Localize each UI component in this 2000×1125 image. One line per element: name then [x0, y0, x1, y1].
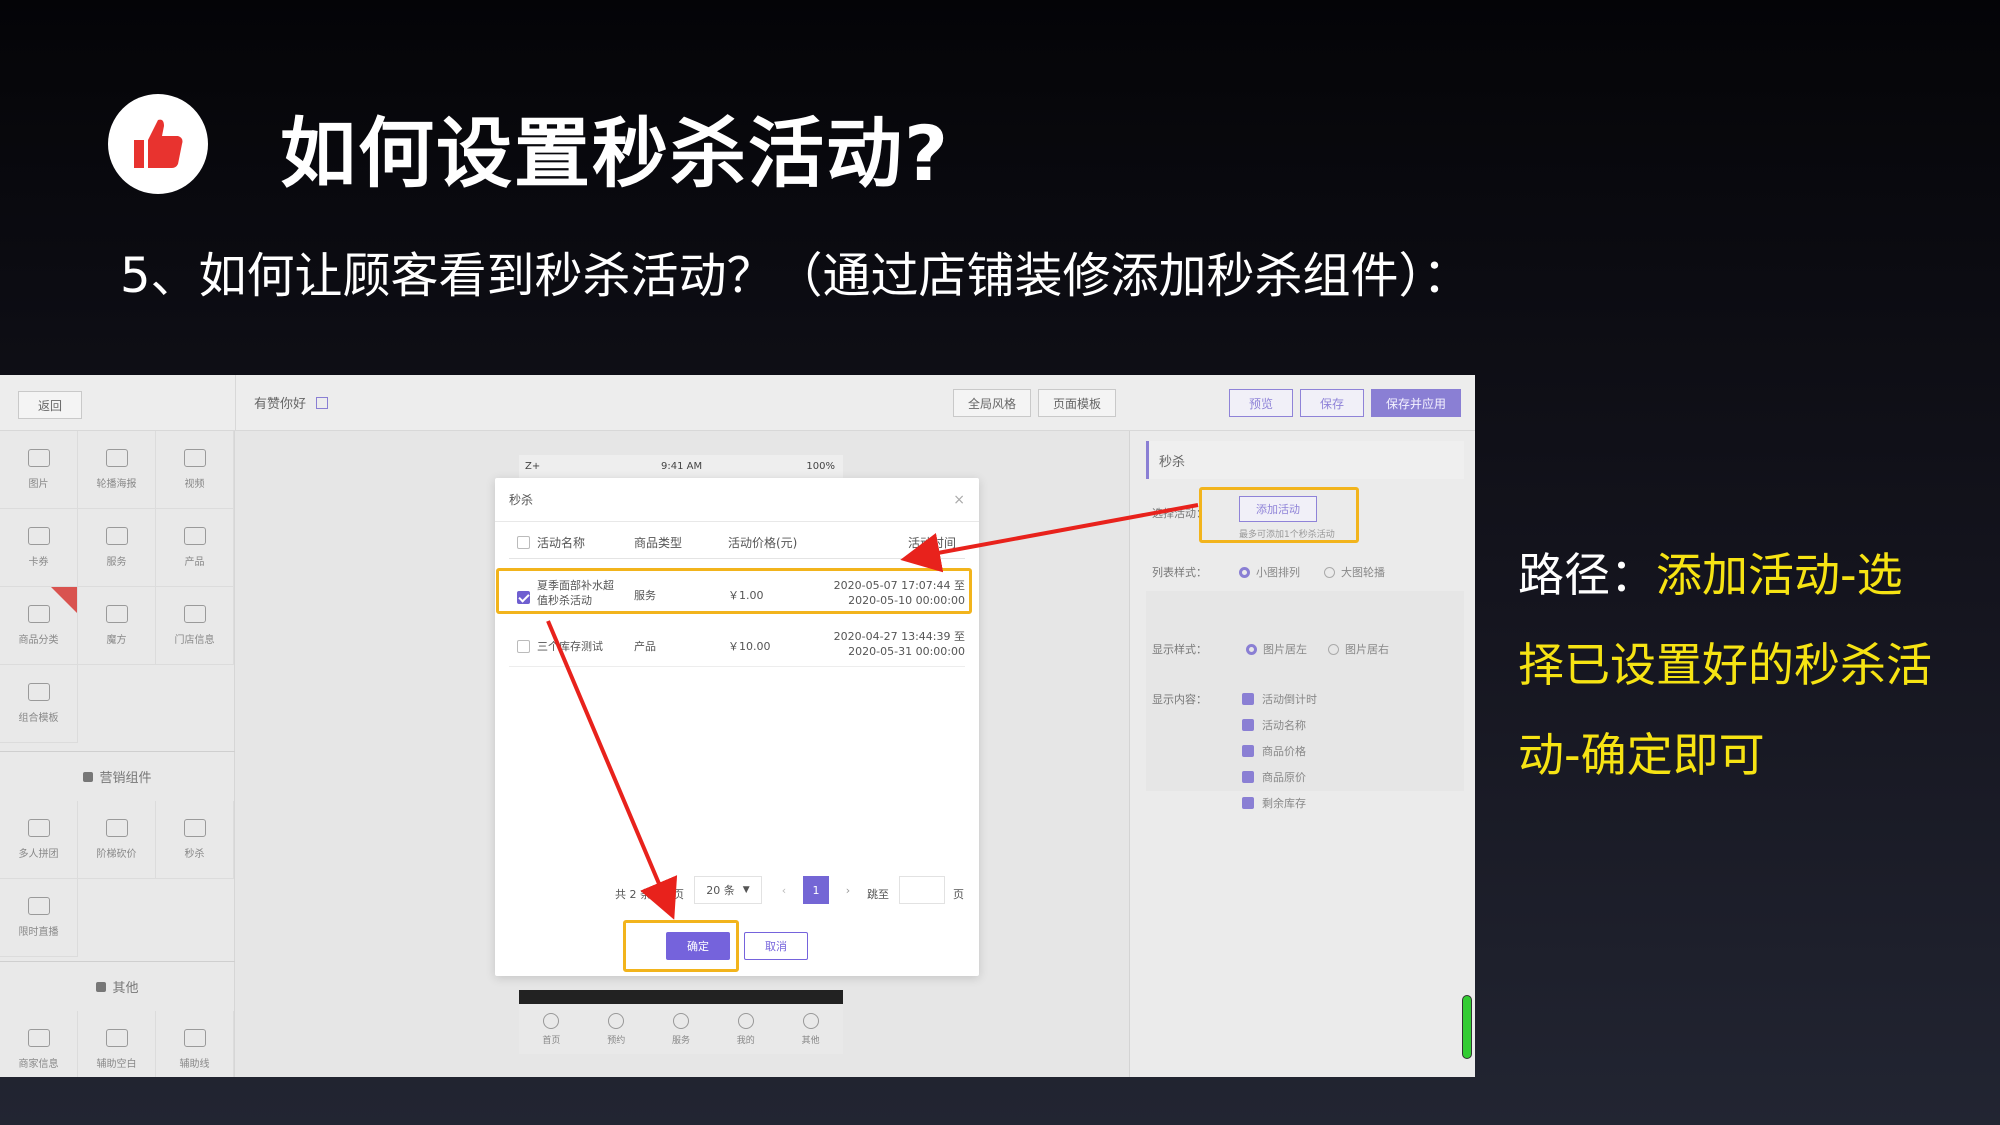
- path-line-1: 添加活动-选: [1656, 548, 1903, 602]
- path-line-2: 择已设置好的秒杀活: [1518, 638, 1932, 692]
- path-label: 路径：: [1518, 548, 1656, 602]
- scroll-indicator[interactable]: [1462, 995, 1472, 1059]
- slide-subtitle: 5、如何让顾客看到秒杀活动？（通过店铺装修添加秒杀组件）：: [120, 248, 1471, 304]
- path-instructions: 路径：添加活动-选 择已设置好的秒杀活 动-确定即可: [1518, 530, 1978, 800]
- editor-screenshot: 返回 有赞你好 全局风格 页面模板 预览 保存 保存并应用 图片 轮播海报 视频…: [0, 375, 1475, 1077]
- slide-title: 如何设置秒杀活动?: [280, 109, 951, 198]
- arrow-to-confirm: [546, 620, 678, 920]
- thumbs-up-icon: [108, 94, 208, 194]
- path-line-3: 动-确定即可: [1518, 728, 1765, 782]
- arrow-to-row: [900, 503, 1199, 573]
- annotation-arrows: [546, 503, 1199, 920]
